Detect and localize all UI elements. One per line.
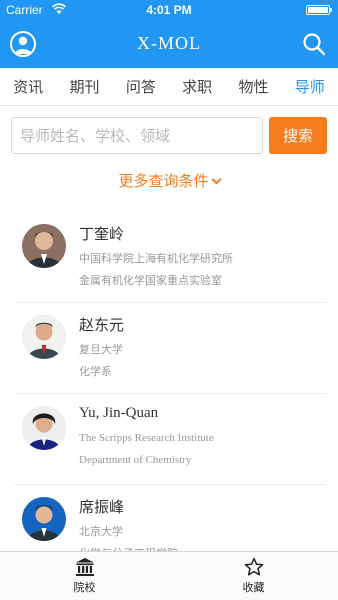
list-item[interactable]: 赵东元 复旦大学 化学系 — [0, 303, 338, 394]
search-icon[interactable] — [302, 32, 326, 56]
advisor-name: Yu, Jin-Quan — [79, 405, 159, 421]
list-item[interactable]: Yu, Jin-Quan The Scripps Research Instit… — [0, 394, 338, 485]
app-title: X-MOL — [137, 33, 201, 53]
tab-qa[interactable]: 问答 — [122, 76, 160, 97]
search-row: 搜索 — [11, 117, 327, 155]
avatar — [22, 497, 66, 541]
advisor-search-input[interactable] — [11, 117, 263, 154]
bottom-tab-bar: 院校 收藏 — [0, 551, 338, 600]
more-conditions-toggle[interactable]: 更多查询条件 — [0, 170, 338, 191]
list-item[interactable]: 丁奎岭 中国科学院上海有机化学研究所 金属有机化学国家重点实验室 — [0, 212, 338, 303]
battery-icon — [306, 5, 332, 15]
tab-news[interactable]: 资讯 — [9, 76, 47, 97]
tab-properties[interactable]: 物性 — [234, 76, 272, 97]
avatar — [22, 406, 66, 450]
search-button[interactable]: 搜索 — [269, 117, 327, 154]
more-conditions-label: 更多查询条件 — [118, 172, 209, 190]
tab-jobs[interactable]: 求职 — [178, 76, 216, 97]
advisor-name: 丁奎岭 — [79, 225, 125, 243]
advisor-department: 金属有机化学国家重点实验室 — [79, 274, 222, 287]
bottom-tab-favorites[interactable]: 收藏 — [169, 552, 338, 600]
status-bar: Carrier 4:01 PM — [0, 0, 338, 20]
advisor-name: 赵东元 — [79, 316, 125, 334]
chevron-down-icon — [211, 174, 221, 185]
bottom-tab-institutions[interactable]: 院校 — [0, 552, 169, 600]
advisor-institution: 复旦大学 — [79, 343, 123, 356]
bottom-tab-label: 收藏 — [242, 581, 265, 594]
tab-advisors[interactable]: 导师 — [291, 76, 329, 97]
avatar — [22, 224, 66, 268]
advisor-department: Department of Chemistry — [79, 454, 192, 466]
advisor-institution: 北京大学 — [79, 525, 123, 538]
advisor-name: 席振峰 — [79, 498, 125, 516]
nav-bar: X-MOL — [0, 20, 338, 68]
tab-journals[interactable]: 期刊 — [65, 76, 103, 97]
advisor-institution: 中国科学院上海有机化学研究所 — [79, 252, 233, 265]
avatar — [22, 315, 66, 359]
star-icon — [244, 557, 263, 576]
category-tab-bar: 资讯 期刊 问答 求职 物性 导师 — [0, 68, 338, 106]
institution-icon — [75, 558, 94, 576]
bottom-tab-label: 院校 — [73, 581, 96, 594]
advisor-department: 化学系 — [79, 365, 112, 378]
status-time: 4:01 PM — [146, 3, 192, 17]
advisor-institution: The Scripps Research Institute — [79, 432, 214, 444]
